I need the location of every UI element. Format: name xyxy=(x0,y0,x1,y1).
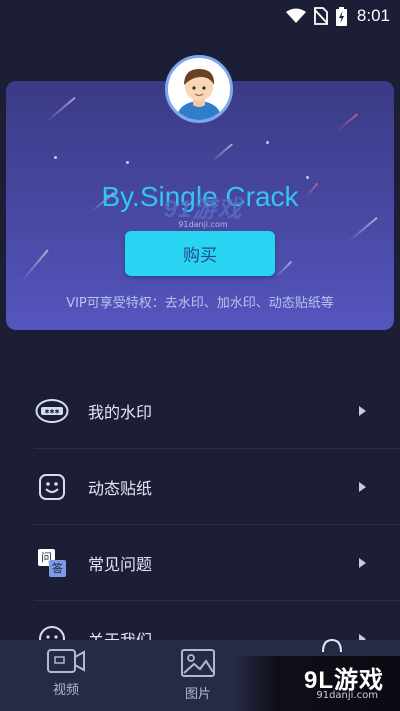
brand-watermark-sub: 91danji.com xyxy=(316,690,378,701)
watermark-sub: 91danji.com xyxy=(178,220,228,229)
status-bar: 8:01 xyxy=(0,0,400,32)
buy-button[interactable]: 购买 xyxy=(125,231,275,276)
battery-charging-icon xyxy=(335,6,347,26)
user-name: By.Single Crack xyxy=(101,181,299,212)
menu-label: 动态贴纸 xyxy=(88,478,153,498)
qa-icon-answer: 答 xyxy=(49,559,66,577)
tab-profile[interactable] xyxy=(292,636,372,652)
boy-avatar-icon xyxy=(168,58,230,120)
image-icon xyxy=(181,649,215,677)
menu-item-dynamic-stickers[interactable]: 动态贴纸 xyxy=(34,449,400,525)
chevron-right-icon xyxy=(359,405,366,416)
menu-list: ✱✱✱ 我的水印 动态贴纸 问 答 常见问题 xyxy=(0,373,400,677)
decorative-streak xyxy=(20,249,49,283)
smiley-sticker-icon xyxy=(34,469,70,505)
avatar[interactable] xyxy=(165,55,233,123)
brand-watermark: 9L游戏 91danji.com xyxy=(235,656,400,711)
decorative-streak xyxy=(210,143,234,163)
decorative-streak xyxy=(347,216,378,243)
qa-icon: 问 答 xyxy=(34,545,70,581)
status-icons: 8:01 xyxy=(285,4,390,28)
tab-video[interactable]: 视频 xyxy=(26,648,106,698)
menu-item-my-watermark[interactable]: ✱✱✱ 我的水印 xyxy=(34,373,400,449)
menu-label: 常见问题 xyxy=(88,554,153,574)
tab-label: 图片 xyxy=(184,687,211,702)
decorative-streak xyxy=(335,113,359,133)
no-sim-icon xyxy=(313,7,328,25)
decorative-dot xyxy=(54,156,57,159)
wifi-icon xyxy=(285,8,306,23)
decorative-dot xyxy=(266,141,269,144)
tab-label: 视频 xyxy=(52,683,79,698)
decorative-streak xyxy=(45,96,76,123)
watermark-icon: ✱✱✱ xyxy=(34,393,70,429)
decorative-dot xyxy=(306,176,309,179)
chevron-right-icon xyxy=(359,481,366,492)
status-time: 8:01 xyxy=(356,6,390,25)
menu-item-faq[interactable]: 问 答 常见问题 xyxy=(34,525,400,601)
decorative-streak xyxy=(275,260,293,278)
svg-text:✱✱✱: ✱✱✱ xyxy=(44,408,59,415)
vip-description: VIP可享受特权：去水印、加水印、动态贴纸等 xyxy=(66,296,334,311)
chevron-right-icon xyxy=(359,557,366,568)
video-camera-icon xyxy=(47,649,85,673)
menu-label: 我的水印 xyxy=(88,402,153,422)
decorative-dot xyxy=(126,161,129,164)
profile-icon xyxy=(322,638,342,652)
tab-image[interactable]: 图片 xyxy=(158,648,238,702)
